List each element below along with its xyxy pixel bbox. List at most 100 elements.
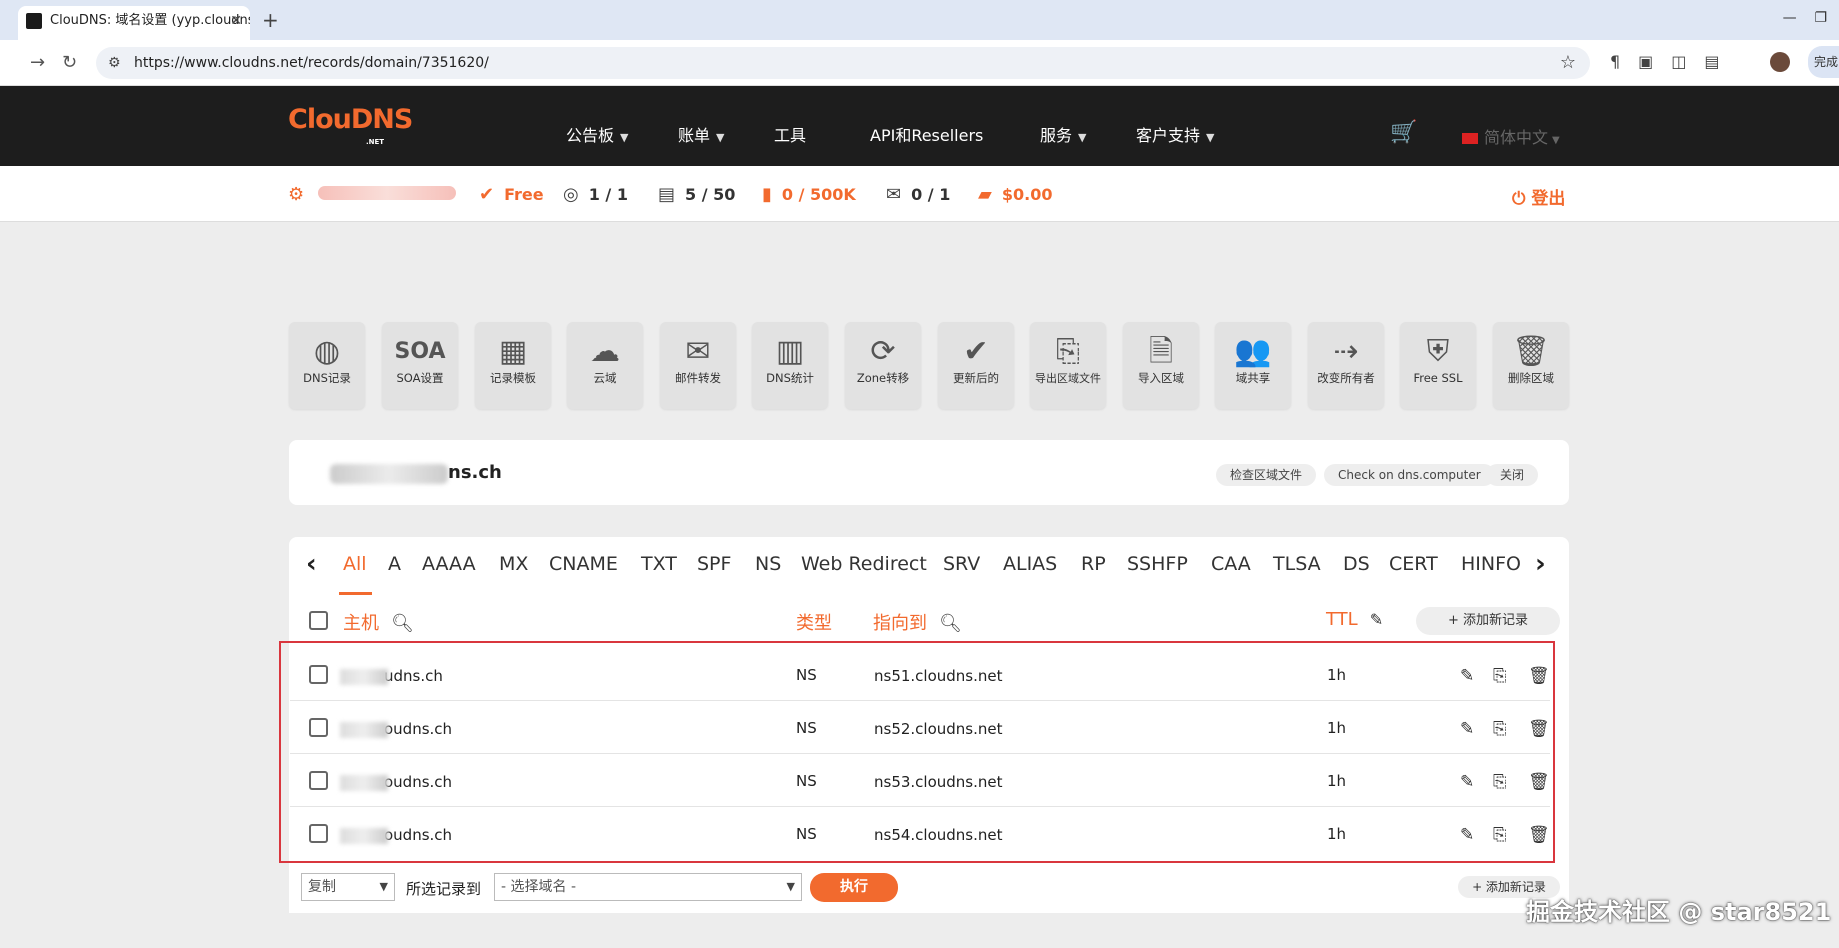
bulk-action-value: 复制 [308, 879, 336, 895]
profile-avatar[interactable] [1770, 52, 1790, 72]
tool-mail-forwarding[interactable]: ✉ 邮件转发 [660, 322, 736, 409]
tab-mx[interactable]: MX [499, 553, 528, 575]
reload-icon[interactable]: ↻ [62, 52, 77, 73]
bookmark-star-icon[interactable]: ☆ [1560, 47, 1576, 79]
logout-button[interactable]: ⏻ 登出 [1512, 184, 1565, 209]
logout-label: 登出 [1531, 189, 1566, 209]
domain-name-redacted [330, 464, 448, 484]
chevron-down-icon: ▼ [1206, 131, 1215, 144]
tab-tlsa[interactable]: TLSA [1273, 553, 1321, 575]
add-record-button[interactable]: + 添加新记录 [1416, 607, 1560, 635]
selected-to-label: 所选记录到 [406, 880, 482, 898]
cloud-icon: ☁ [590, 334, 620, 369]
tool-import-zone[interactable]: 🗎 导入区域 [1123, 322, 1199, 409]
tab-txt[interactable]: TXT [641, 553, 677, 575]
tab-rp[interactable]: RP [1081, 553, 1106, 575]
tab-title: ClouDNS: 域名设置 (yyp.cloudns.ch) [50, 13, 250, 28]
menu-billing[interactable]: 账单 ▼ [678, 122, 724, 146]
domain-select[interactable]: - 选择域名 - ▼ [494, 873, 802, 901]
browser-tab[interactable]: ClouDNS: 域名设置 (yyp.cloudns.ch) ✕ [18, 6, 250, 40]
settings-gear-icon[interactable]: ⚙ [288, 184, 314, 205]
close-button[interactable]: 关闭 [1486, 464, 1539, 486]
tool-delete-zone[interactable]: 🗑 删除区域 [1493, 322, 1569, 409]
tab-caa[interactable]: CAA [1211, 553, 1251, 575]
tab-spf[interactable]: SPF [697, 553, 731, 575]
menu-api-resellers[interactable]: API和Resellers [870, 122, 983, 146]
tab-cert[interactable]: CERT [1389, 553, 1438, 575]
search-icon[interactable]: 🔍︎ [391, 613, 414, 634]
queries-value: 0 / 500K [781, 185, 856, 204]
tool-label: SOA设置 [396, 371, 444, 385]
tab-srv[interactable]: SRV [943, 553, 980, 575]
tool-zone-transfer[interactable]: ⟳ Zone转移 [845, 322, 921, 409]
check-dns-computer-button[interactable]: Check on dns.computer [1324, 464, 1495, 486]
tab-hinfo[interactable]: HINFO [1461, 553, 1521, 575]
watermark-text: 掘金技术社区 @ star8521 [1526, 898, 1832, 926]
tool-export-zone[interactable]: ⎘ 导出区域文件 [1030, 322, 1106, 409]
new-tab-icon[interactable]: + [262, 8, 279, 32]
column-ttl: TTL ✎ [1326, 609, 1383, 630]
menu-label: 工具 [774, 126, 807, 145]
menu-bulletin[interactable]: 公告板 ▼ [566, 122, 628, 146]
tab-sshfp[interactable]: SSHFP [1127, 553, 1188, 575]
column-host[interactable]: 主机 🔍︎ [343, 609, 414, 635]
url-input[interactable]: ⚙ https://www.cloudns.net/records/domain… [96, 47, 1590, 79]
cart-icon[interactable]: 🛒 [1390, 120, 1417, 145]
tab-a[interactable]: A [388, 553, 401, 575]
tool-label: 云域 [593, 371, 617, 385]
tool-change-owner[interactable]: ⇢ 改变所有者 [1308, 322, 1384, 409]
plan-badge[interactable]: ✔ Free [479, 184, 544, 205]
column-points-to[interactable]: 指向到 🔍︎ [873, 609, 962, 635]
tool-label: Free SSL [1413, 371, 1463, 385]
tool-updated[interactable]: ✔ 更新后的 [938, 322, 1014, 409]
chevron-left-icon[interactable]: ‹ [306, 549, 317, 579]
pencil-icon[interactable]: ✎ [1370, 610, 1383, 629]
tab-web-redirect[interactable]: Web Redirect [801, 553, 927, 575]
tool-dns-records[interactable]: ◍ DNS记录 [289, 322, 365, 409]
language-selector[interactable]: 简体中文 ▼ [1462, 124, 1560, 148]
tab-alias[interactable]: ALIAS [1003, 553, 1057, 575]
highlight-box [279, 641, 1555, 863]
tool-label: 导入区域 [1138, 371, 1184, 385]
column-host-label: 主机 [343, 613, 379, 634]
menu-label: API和Resellers [870, 126, 984, 145]
tool-label: DNS统计 [766, 371, 814, 385]
tool-record-templates[interactable]: ▦ 记录模板 [475, 322, 551, 409]
balance[interactable]: ▰ $0.00 [978, 184, 1052, 205]
bulk-action-select[interactable]: 复制 ▼ [301, 873, 395, 901]
tool-domain-sharing[interactable]: 👥 域共享 [1215, 322, 1291, 409]
execute-button[interactable]: 执行 [810, 873, 898, 902]
extension-icons[interactable]: ¶▣◫▤ [1610, 52, 1738, 71]
mail-icon: ✉ [886, 184, 902, 205]
records-value: 5 / 50 [685, 185, 736, 204]
site-info-icon[interactable]: ⚙ [108, 47, 121, 79]
window-controls[interactable]: — ❐ [1783, 10, 1827, 26]
logo-text: ClouDNS [288, 104, 413, 135]
tool-cloud-domains[interactable]: ☁ 云域 [567, 322, 643, 409]
chevron-right-icon[interactable]: › [1535, 549, 1546, 579]
menu-services[interactable]: 服务 ▼ [1040, 122, 1086, 146]
select-all-checkbox[interactable] [309, 611, 328, 630]
menu-support[interactable]: 客户支持 ▼ [1136, 122, 1214, 146]
close-tab-icon[interactable]: ✕ [230, 6, 242, 36]
cloudns-logo[interactable]: ClouDNS .NET [288, 104, 413, 146]
globe-icon: ◍ [313, 334, 341, 369]
tab-aaaa[interactable]: AAAA [422, 553, 476, 575]
tab-cname[interactable]: CNAME [549, 553, 618, 575]
tab-all[interactable]: All [343, 553, 367, 575]
tab-ns[interactable]: NS [755, 553, 781, 575]
zones-value: 1 / 1 [588, 185, 628, 204]
tab-ds[interactable]: DS [1343, 553, 1370, 575]
side-panel-button[interactable]: 完成 [1808, 46, 1839, 78]
tool-free-ssl[interactable]: ⛨ Free SSL [1400, 322, 1476, 409]
users-icon: 👥 [1234, 334, 1272, 369]
search-icon[interactable]: 🔍︎ [939, 613, 962, 634]
tool-soa-settings[interactable]: SOA SOA设置 [382, 322, 458, 409]
check-zone-file-button[interactable]: 检查区域文件 [1216, 464, 1317, 486]
tool-label: 删除区域 [1508, 371, 1554, 385]
record-type-tabs [289, 537, 1569, 595]
forward-icon[interactable]: → [30, 52, 45, 73]
tool-dns-stats[interactable]: ▥ DNS统计 [752, 322, 828, 409]
wallet-icon: ▰ [978, 184, 992, 205]
menu-tools[interactable]: 工具 [774, 122, 806, 146]
